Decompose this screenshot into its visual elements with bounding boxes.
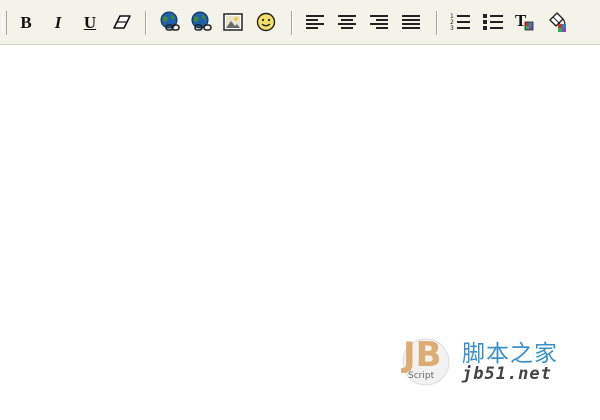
logo-text: JB bbox=[401, 335, 442, 375]
italic-button[interactable]: I bbox=[47, 11, 69, 33]
globe-link-icon bbox=[160, 11, 180, 31]
italic-label: I bbox=[54, 12, 62, 32]
justify-button[interactable] bbox=[400, 11, 422, 33]
globe-unlink-icon bbox=[191, 11, 212, 31]
align-center-button[interactable] bbox=[336, 11, 358, 33]
site-watermark: JB Script 脚本之家 jb51.net bbox=[396, 326, 596, 396]
insert-link-button[interactable] bbox=[159, 11, 181, 33]
underline-label: U bbox=[83, 12, 97, 32]
paint-bucket-icon bbox=[549, 12, 566, 32]
smiley-icon bbox=[256, 12, 276, 32]
numbered-list-icon: 1 2 3 bbox=[450, 13, 470, 32]
ordered-list-button[interactable]: 1 2 3 bbox=[449, 11, 471, 33]
text-color-icon: T bbox=[515, 11, 534, 31]
align-right-icon bbox=[370, 15, 388, 29]
toolbar-separator bbox=[291, 11, 293, 35]
site-name: 脚本之家 bbox=[462, 341, 558, 367]
unordered-list-button[interactable] bbox=[482, 11, 504, 33]
toolbar-grip[interactable] bbox=[2, 11, 7, 35]
align-right-button[interactable] bbox=[368, 11, 390, 33]
toolbar-separator bbox=[145, 11, 147, 35]
toolbar-separator bbox=[436, 11, 438, 35]
align-center-icon bbox=[338, 15, 356, 29]
text-color-button[interactable]: T bbox=[515, 11, 537, 33]
remove-link-button[interactable] bbox=[190, 11, 212, 33]
align-left-button[interactable] bbox=[304, 11, 326, 33]
underline-button[interactable]: U bbox=[79, 11, 101, 33]
eraser-icon bbox=[113, 15, 131, 29]
align-left-icon bbox=[306, 15, 324, 29]
ordered-list-digit: 3 bbox=[450, 25, 454, 32]
bold-button[interactable]: B bbox=[15, 11, 37, 33]
logo-subtext: Script bbox=[408, 371, 435, 381]
insert-image-button[interactable] bbox=[222, 11, 244, 33]
bold-label: B bbox=[20, 12, 32, 32]
formatting-toolbar: B I U 1 2 3 T bbox=[0, 0, 600, 45]
site-url: jb51.net bbox=[462, 364, 552, 384]
insert-smiley-button[interactable] bbox=[255, 11, 277, 33]
justify-icon bbox=[402, 15, 420, 29]
picture-icon bbox=[223, 13, 243, 31]
bullet-list-icon bbox=[483, 14, 503, 30]
background-color-button[interactable] bbox=[547, 11, 569, 33]
eraser-button[interactable] bbox=[111, 11, 133, 33]
